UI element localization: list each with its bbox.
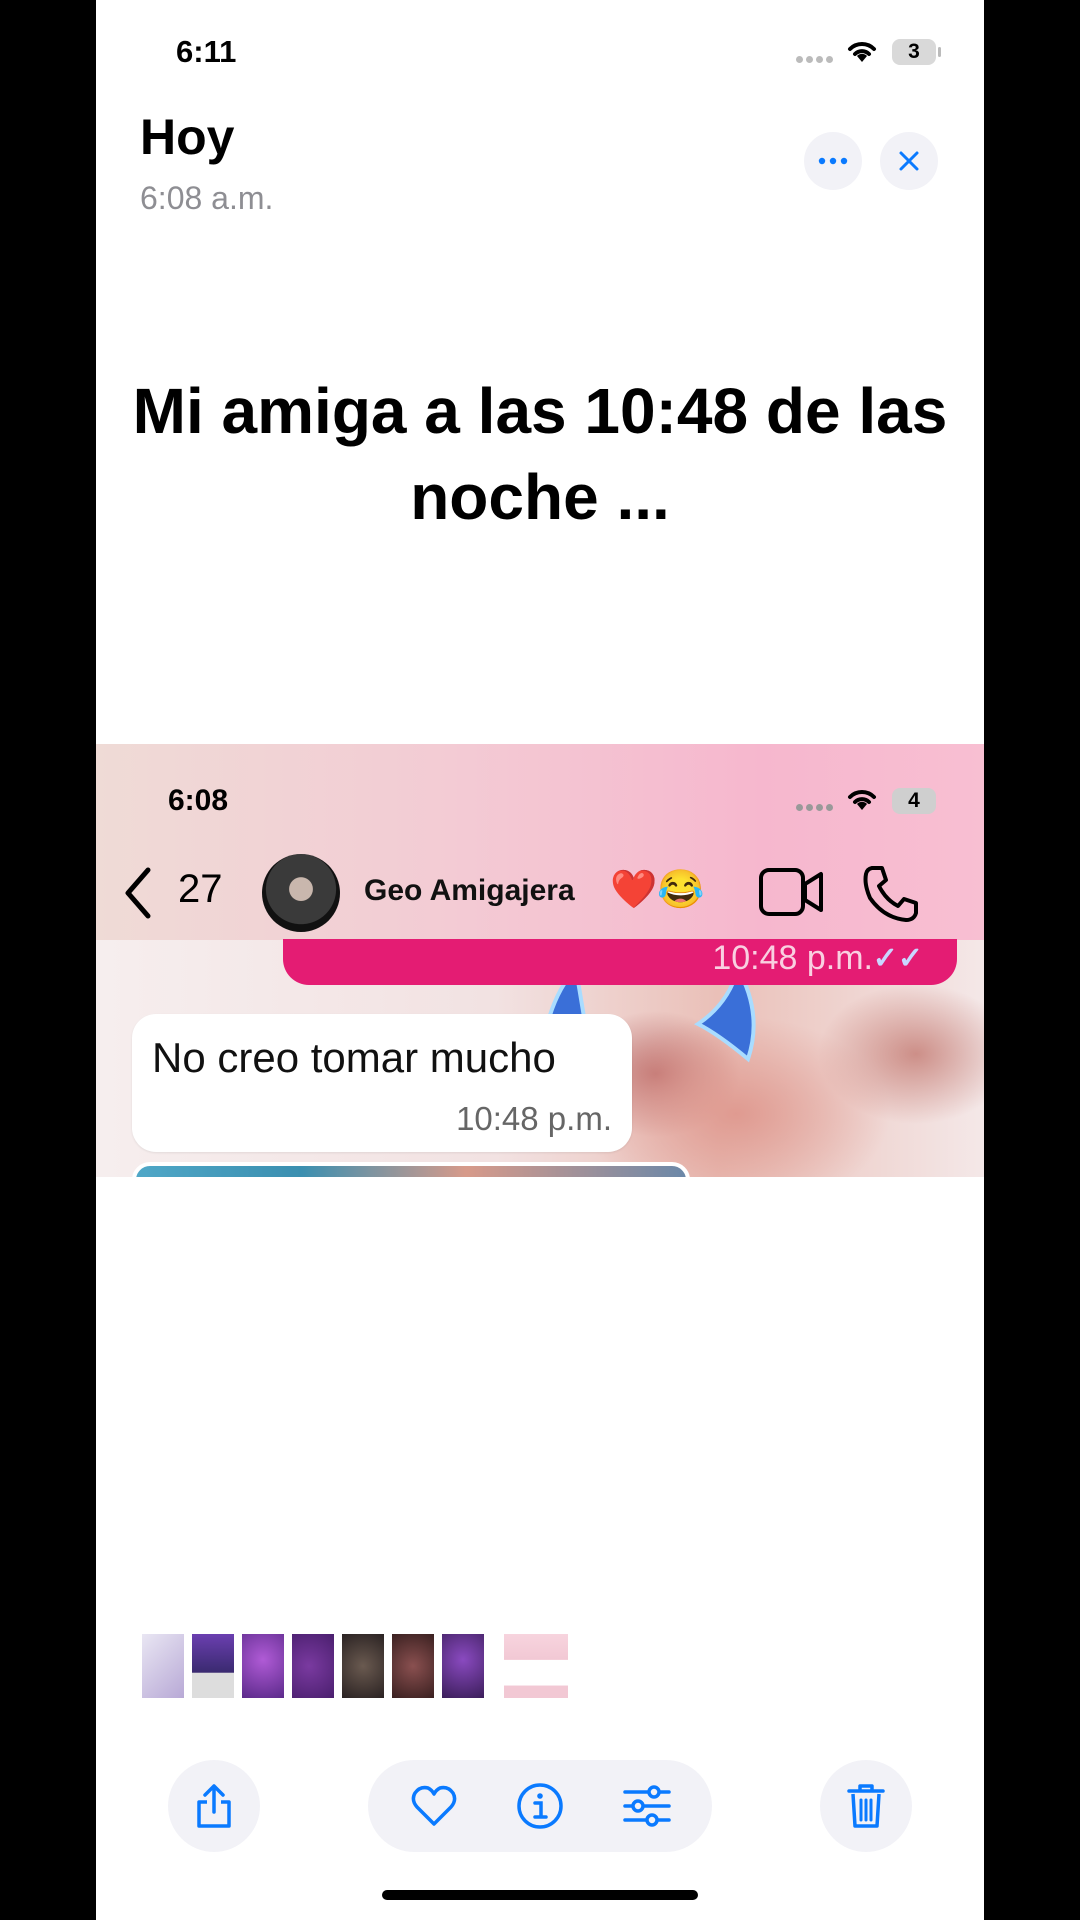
adjust-button[interactable] [622,1784,672,1833]
phone-icon [863,866,918,922]
embedded-battery: 4 [892,788,936,814]
avatar [262,854,340,932]
thumbnail[interactable] [192,1634,234,1698]
info-button[interactable] [516,1782,564,1835]
share-icon [197,1784,231,1828]
photo-viewer-screen: 6:11 3 Hoy 6:08 a.m. Mi amiga a las 10:4… [96,0,984,1920]
status-time: 6:11 [176,34,237,69]
video-call-icon [759,868,823,916]
incoming-message-time: 10:48 p.m. [456,1100,612,1137]
meme-caption: Mi amiga a las 10:48 de las noche ... [132,375,948,533]
read-receipt-icon: ✓✓ [872,942,923,975]
contact-name: Geo Amigajera [364,874,575,907]
trash-icon [847,1784,885,1828]
thumbnail[interactable] [142,1634,184,1698]
embedded-signal-icon [796,804,838,812]
signal-icon [796,56,838,64]
contact-emoji: ❤️😂 [610,869,705,911]
thumbnail-selected[interactable] [504,1634,568,1698]
wifi-icon [848,42,876,62]
sliders-icon [623,1785,671,1827]
delete-button[interactable] [820,1760,912,1852]
close-icon [899,151,919,171]
thumbnail[interactable] [392,1634,434,1698]
more-button[interactable] [804,132,862,190]
thumbnail[interactable] [292,1634,334,1698]
outgoing-message-time: 10:48 p.m. [712,939,873,977]
incoming-message-bubble: No creo tomar mucho 10:48 p.m. [132,1014,632,1152]
embedded-chat-screenshot[interactable]: 6:08 4 27 Geo Amigajera ❤️😂 10:48 p.m. ✓… [96,744,984,1177]
incoming-message-text: No creo tomar mucho [152,1034,556,1081]
thumbnail[interactable] [242,1634,284,1698]
ellipsis-icon [818,157,848,165]
chevron-left-icon [125,867,151,919]
embedded-status-time: 6:08 [168,784,229,817]
thumbnail[interactable] [342,1634,384,1698]
share-button[interactable] [168,1760,260,1852]
info-icon [517,1783,563,1829]
outgoing-message-bubble: 10:48 p.m. ✓✓ [283,939,957,985]
close-button[interactable] [880,132,938,190]
battery-indicator: 3 [892,39,941,65]
page-subtitle: 6:08 a.m. [140,180,274,216]
home-indicator[interactable] [382,1890,698,1900]
embedded-wifi-icon [848,790,876,810]
favorite-button[interactable] [410,1784,458,1833]
page-title: Hoy [140,109,235,165]
next-message-preview [132,1162,690,1177]
chat-header: 6:08 4 27 Geo Amigajera ❤️😂 [96,744,984,940]
heart-icon [411,1785,457,1826]
thumbnail[interactable] [442,1634,484,1698]
unread-count: 27 [178,867,223,911]
